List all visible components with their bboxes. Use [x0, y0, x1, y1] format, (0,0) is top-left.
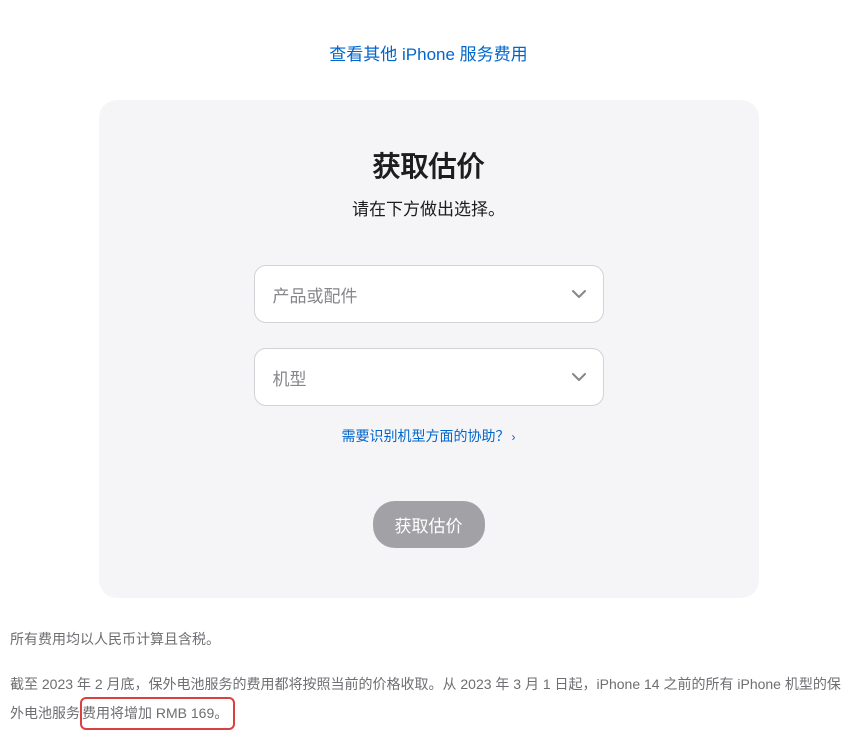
get-estimate-button[interactable]: 获取估价 [373, 501, 485, 548]
model-select[interactable]: 机型 [254, 348, 604, 406]
help-link-label: 需要识别机型方面的协助？ [342, 428, 510, 444]
card-title: 获取估价 [139, 145, 719, 185]
footnote-price-change: 截至 2023 年 2 月底，保外电池服务的费用都将按照当前的价格收取。从 20… [10, 671, 847, 730]
card-subtitle: 请在下方做出选择。 [139, 195, 719, 220]
product-select-placeholder: 产品或配件 [273, 287, 358, 306]
footnotes: 所有费用均以人民币计算且含税。 截至 2023 年 2 月底，保外电池服务的费用… [10, 626, 847, 730]
chevron-right-icon: › [512, 430, 516, 444]
identify-model-help-link[interactable]: 需要识别机型方面的协助？› [342, 428, 516, 444]
price-increase-highlight: 费用将增加 RMB 169。 [80, 697, 235, 730]
footnote-currency: 所有费用均以人民币计算且含税。 [10, 626, 847, 653]
estimate-card: 获取估价 请在下方做出选择。 产品或配件 机型 需要识别机型方面的协助？› 获取… [99, 100, 759, 598]
product-select[interactable]: 产品或配件 [254, 265, 604, 323]
other-services-link[interactable]: 查看其他 iPhone 服务费用 [329, 45, 527, 64]
model-select-placeholder: 机型 [273, 370, 307, 389]
